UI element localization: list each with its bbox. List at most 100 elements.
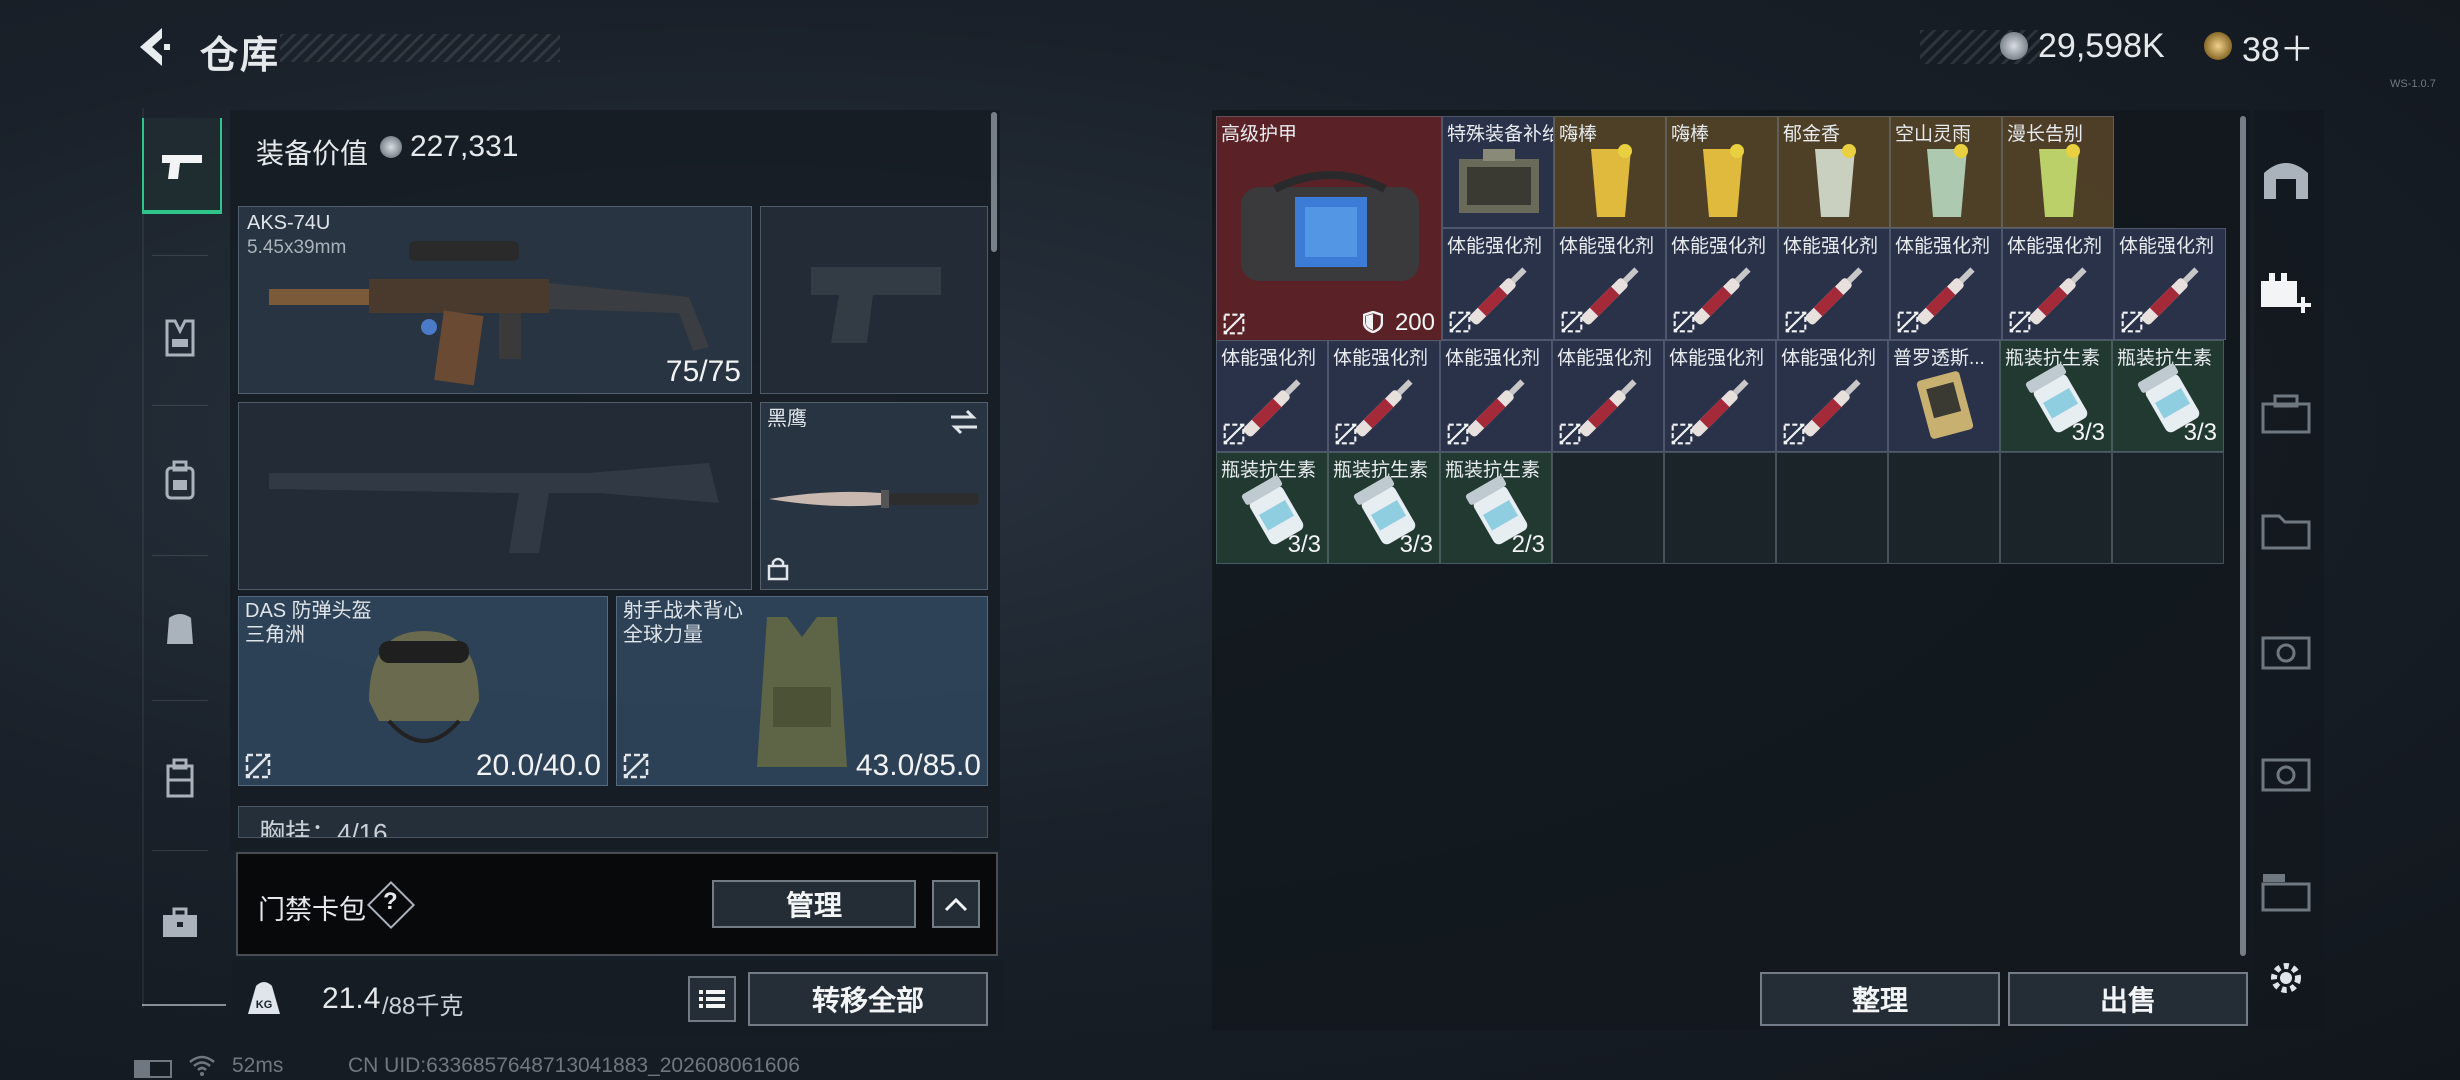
stash-scrollbar[interactable] [2240, 116, 2246, 956]
armor-item[interactable]: 高级护甲 200 [1216, 116, 1442, 342]
stash-item[interactable]: 特殊装备补给 [1442, 116, 1554, 228]
stash-item[interactable]: 体能强化剂 [1216, 340, 1328, 452]
vest-icon [757, 617, 847, 767]
nav-backpack[interactable] [142, 432, 218, 528]
stash-item[interactable]: 体能强化剂 [1552, 340, 1664, 452]
empty-slot[interactable] [2112, 452, 2224, 564]
token-icon [2204, 32, 2232, 60]
stash-tab-case-5[interactable] [2256, 862, 2316, 922]
rifle-icon [269, 241, 709, 386]
weapon-durability: 75/75 [665, 355, 741, 388]
stash-item[interactable]: 郁金香 [1778, 116, 1890, 228]
stash-item[interactable]: 瓶装抗生素 3/3 [1216, 452, 1328, 564]
empty-slot[interactable] [1888, 452, 2000, 564]
no-drop-icon [623, 753, 649, 779]
empty-slot[interactable] [2000, 452, 2112, 564]
stash-item[interactable]: 普罗透斯... [1888, 340, 2000, 452]
list-view-button[interactable] [688, 976, 736, 1022]
nav-container[interactable] [142, 730, 218, 826]
helmet-icon [369, 631, 479, 743]
helmet-brand: 三角洲 [245, 624, 305, 646]
chest-rig-row[interactable]: 胸挂：4/16 [238, 806, 988, 838]
card-pack-bar: 门禁卡包 ? 管理 [236, 852, 998, 956]
no-drop-icon [1223, 313, 1245, 335]
nav-pouch[interactable] [142, 580, 218, 676]
uid-label: CN UID:6336857648713041883_202608061606 [348, 1054, 800, 1077]
stash-item[interactable]: 瓶装抗生素 3/3 [1328, 452, 1440, 564]
stash-item[interactable]: 体能强化剂 [1554, 228, 1666, 340]
drink-icon [1815, 144, 1856, 217]
stash-item[interactable]: 瓶装抗生素 2/3 [1440, 452, 1552, 564]
currency-tokens: 38＋ [2204, 28, 2314, 69]
item-name: 体能强化剂 [2007, 236, 2103, 257]
help-mark: ? [383, 888, 398, 915]
transfer-all-button[interactable]: 转移全部 [748, 972, 988, 1026]
back-button[interactable] [130, 22, 180, 72]
settings-button[interactable] [2256, 948, 2316, 1008]
primary-weapon-slot[interactable]: AKS-74U 5.45x39mm 75/75 [238, 206, 752, 394]
helmet-durability: 20.0/40.0 [475, 749, 601, 782]
item-name: 特殊装备补给 [1447, 124, 1554, 145]
nav-briefcase[interactable] [142, 875, 218, 971]
chevron-up-icon [944, 897, 968, 912]
nav-rig[interactable] [142, 290, 218, 386]
stash-item[interactable]: 体能强化剂 [1328, 340, 1440, 452]
stash-item[interactable]: 瓶装抗生素 3/3 [2112, 340, 2224, 452]
pistol-icon [162, 155, 202, 179]
stash-tab-case-1[interactable] [2256, 384, 2316, 444]
no-drop-icon [2009, 311, 2031, 333]
melee-slot[interactable]: 黑鹰 [760, 402, 988, 590]
stash-item[interactable]: 体能强化剂 [1666, 228, 1778, 340]
stash-item[interactable]: 体能强化剂 [1442, 228, 1554, 340]
empty-slot[interactable] [1776, 452, 1888, 564]
item-name: 体能强化剂 [1221, 348, 1317, 369]
drink-icon [1703, 144, 1744, 217]
nav-rail [142, 108, 144, 1008]
stash-item[interactable]: 体能强化剂 [1776, 340, 1888, 452]
stash-item[interactable]: 空山灵雨 [1890, 116, 2002, 228]
item-name: 体能强化剂 [1445, 348, 1541, 369]
stash-tab-case-4[interactable] [2256, 742, 2316, 802]
collapse-button[interactable] [932, 880, 980, 928]
stash-tab-add[interactable] [2256, 262, 2316, 322]
sort-button[interactable]: 整理 [1760, 972, 2000, 1026]
armor-bag-icon [1241, 171, 1419, 281]
folder-icon [2261, 514, 2311, 550]
manage-button[interactable]: 管理 [712, 880, 916, 928]
backpack-icon [165, 460, 195, 500]
stash-item[interactable]: 体能强化剂 [2114, 228, 2226, 340]
add-case-icon [2261, 273, 2311, 313]
stash-item[interactable]: 体能强化剂 [1664, 340, 1776, 452]
nav-weapon[interactable] [142, 118, 222, 214]
stash-tab-case-3[interactable] [2256, 620, 2316, 680]
item-name: 体能强化剂 [1557, 348, 1653, 369]
item-name: 体能强化剂 [2119, 236, 2215, 257]
vest-slot[interactable]: 射手战术背心 全球力量 43.0/85.0 [616, 596, 988, 786]
no-drop-icon [245, 753, 271, 779]
sell-button[interactable]: 出售 [2008, 972, 2248, 1026]
swap-icon[interactable] [949, 409, 979, 435]
no-drop-icon [1335, 423, 1357, 445]
loadout-scrollbar[interactable] [991, 112, 997, 252]
stash-item[interactable]: 体能强化剂 [1890, 228, 2002, 340]
item-count: 3/3 [1399, 531, 1433, 558]
stash-item[interactable]: 体能强化剂 [1778, 228, 1890, 340]
stash-tab-case-2[interactable] [2256, 500, 2316, 560]
empty-slot[interactable] [1552, 452, 1664, 564]
pistol-slot[interactable] [760, 206, 988, 394]
lock-icon [767, 557, 789, 581]
stash-item[interactable]: 瓶装抗生素 3/3 [2000, 340, 2112, 452]
item-name: 体能强化剂 [1671, 236, 1767, 257]
stash-item[interactable]: 体能强化剂 [2002, 228, 2114, 340]
stash-item[interactable]: 体能强化剂 [1440, 340, 1552, 452]
helmet-slot[interactable]: DAS 防弹头盔 三角洲 20.0/40.0 [238, 596, 608, 786]
case-icon [2261, 394, 2311, 434]
stash-item[interactable]: 嗨棒 [1554, 116, 1666, 228]
secondary-weapon-slot[interactable] [238, 402, 752, 590]
empty-slot[interactable] [1664, 452, 1776, 564]
stash-item[interactable]: 漫长告别 [2002, 116, 2114, 228]
equip-value: 227,331 [410, 130, 519, 163]
equip-value-label: 装备价值 [256, 138, 369, 169]
stash-tab-all[interactable] [2256, 148, 2316, 208]
stash-item[interactable]: 嗨棒 [1666, 116, 1778, 228]
